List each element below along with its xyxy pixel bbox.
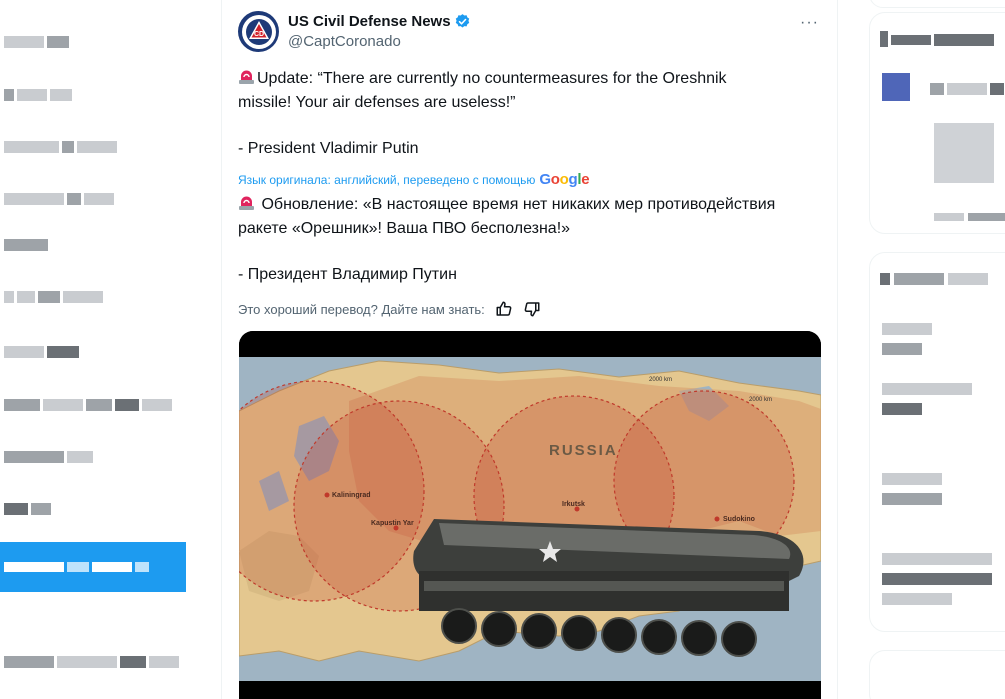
- tweet-line: ракете «Орешник»! Ваша ПВО бесполезна!»: [238, 220, 571, 237]
- map-label-city: Kaliningrad: [332, 492, 371, 499]
- svg-text:CD: CD: [253, 31, 263, 38]
- more-options-icon[interactable]: ···: [800, 14, 819, 32]
- map-label-range: 2000 km: [749, 397, 772, 403]
- avatar[interactable]: CD: [238, 11, 279, 52]
- tweet-line: - Президент Владимир Путин: [238, 266, 457, 283]
- civil-defense-logo-icon: CD: [241, 14, 276, 49]
- map-label-range: 2000 km: [649, 377, 672, 383]
- launcher-deck: [424, 581, 784, 591]
- map-label-country: RUSSIA: [549, 442, 618, 459]
- sidebar-item[interactable]: [4, 398, 172, 412]
- right-sidebar: [839, 0, 1005, 699]
- translation-note-text: Язык оригинала: английский, переведено с…: [238, 172, 536, 187]
- launcher-wheel: [481, 611, 517, 647]
- left-sidebar: [0, 0, 220, 699]
- author-handle[interactable]: @CaptCoronado: [288, 33, 471, 50]
- sidebar-post-button[interactable]: [0, 542, 186, 592]
- tweet-text-translated: Обновление: «В настоящее время нет никак…: [238, 193, 828, 287]
- author-name[interactable]: US Civil Defense News: [288, 13, 451, 30]
- right-card: [869, 252, 1005, 632]
- sidebar-item[interactable]: [4, 140, 117, 154]
- blurred-heading: [880, 273, 988, 285]
- map-label-city: Sudokino: [723, 516, 755, 523]
- launcher-wheel: [441, 608, 477, 644]
- tweet-line-spacer: [238, 115, 828, 131]
- blurred-heading: [880, 31, 994, 47]
- thumbs-up-icon[interactable]: [495, 300, 513, 318]
- sidebar-item[interactable]: [4, 345, 79, 359]
- media-bottom-bar: [239, 681, 821, 699]
- police-light-icon: [239, 70, 254, 84]
- search-box[interactable]: [869, 0, 1005, 8]
- sidebar-account[interactable]: [4, 655, 179, 669]
- blurred-text: [930, 83, 1004, 95]
- missile-launcher: [413, 519, 804, 657]
- launcher-wheel: [641, 619, 677, 655]
- right-card: [869, 650, 1005, 699]
- tweet-line-spacer: [238, 241, 828, 257]
- tweet-text-original: Update: “There are currently no counterm…: [238, 67, 828, 161]
- tweet-line-text: Update: “There are currently no counterm…: [257, 70, 727, 87]
- tweet-line: Обновление: «В настоящее время нет никак…: [238, 193, 828, 217]
- author-name-row[interactable]: US Civil Defense News: [288, 13, 471, 30]
- tweet-media-image[interactable]: RUSSIA Kaliningrad Kapustin Yar Irkutsk …: [239, 331, 821, 699]
- blurred-list: [882, 323, 992, 605]
- tweet-line: - President Vladimir Putin: [238, 140, 419, 157]
- launcher-wheel: [681, 620, 717, 656]
- launcher-wheel: [721, 621, 757, 657]
- blurred-text: [934, 213, 1005, 221]
- sidebar-item[interactable]: [4, 502, 51, 516]
- police-light-icon: [239, 196, 254, 210]
- sidebar-item[interactable]: [4, 238, 48, 252]
- blurred-image: [934, 123, 994, 183]
- launcher-wheel: [601, 617, 637, 653]
- rate-translation-prompt: Это хороший перевод? Дайте нам знать:: [238, 301, 485, 317]
- tweet-line: missile! Your air defenses are useless!”: [238, 94, 516, 111]
- map-label-city: Irkutsk: [562, 501, 585, 508]
- sidebar-item[interactable]: [4, 35, 69, 49]
- map-label-city: Kapustin Yar: [371, 520, 414, 527]
- thumbs-down-icon[interactable]: [523, 300, 541, 318]
- translation-note: Язык оригинала: английский, переведено с…: [238, 171, 590, 188]
- sidebar-item[interactable]: [4, 450, 93, 464]
- launcher-wheel: [561, 615, 597, 651]
- sidebar-item[interactable]: [4, 290, 103, 304]
- blurred-avatar: [882, 73, 910, 101]
- sidebar-item[interactable]: [4, 88, 72, 102]
- city-marker: [324, 492, 330, 498]
- verified-badge-icon[interactable]: [454, 13, 471, 30]
- launcher-wheel: [521, 613, 557, 649]
- city-marker: [714, 516, 720, 522]
- missile-map-image: RUSSIA Kaliningrad Kapustin Yar Irkutsk …: [239, 331, 821, 699]
- google-logo: Google: [539, 171, 590, 188]
- tweet-line: Update: “There are currently no counterm…: [238, 67, 828, 91]
- rate-translation-row: Это хороший перевод? Дайте нам знать:: [238, 300, 541, 318]
- right-card: [869, 12, 1005, 234]
- sidebar-item[interactable]: [4, 192, 114, 206]
- tweet-line-text: Обновление: «В настоящее время нет никак…: [261, 196, 776, 213]
- tweet-author: US Civil Defense News @CaptCoronado: [288, 13, 471, 50]
- tweet-column: CD US Civil Defense News @CaptCoronado ·…: [221, 0, 838, 699]
